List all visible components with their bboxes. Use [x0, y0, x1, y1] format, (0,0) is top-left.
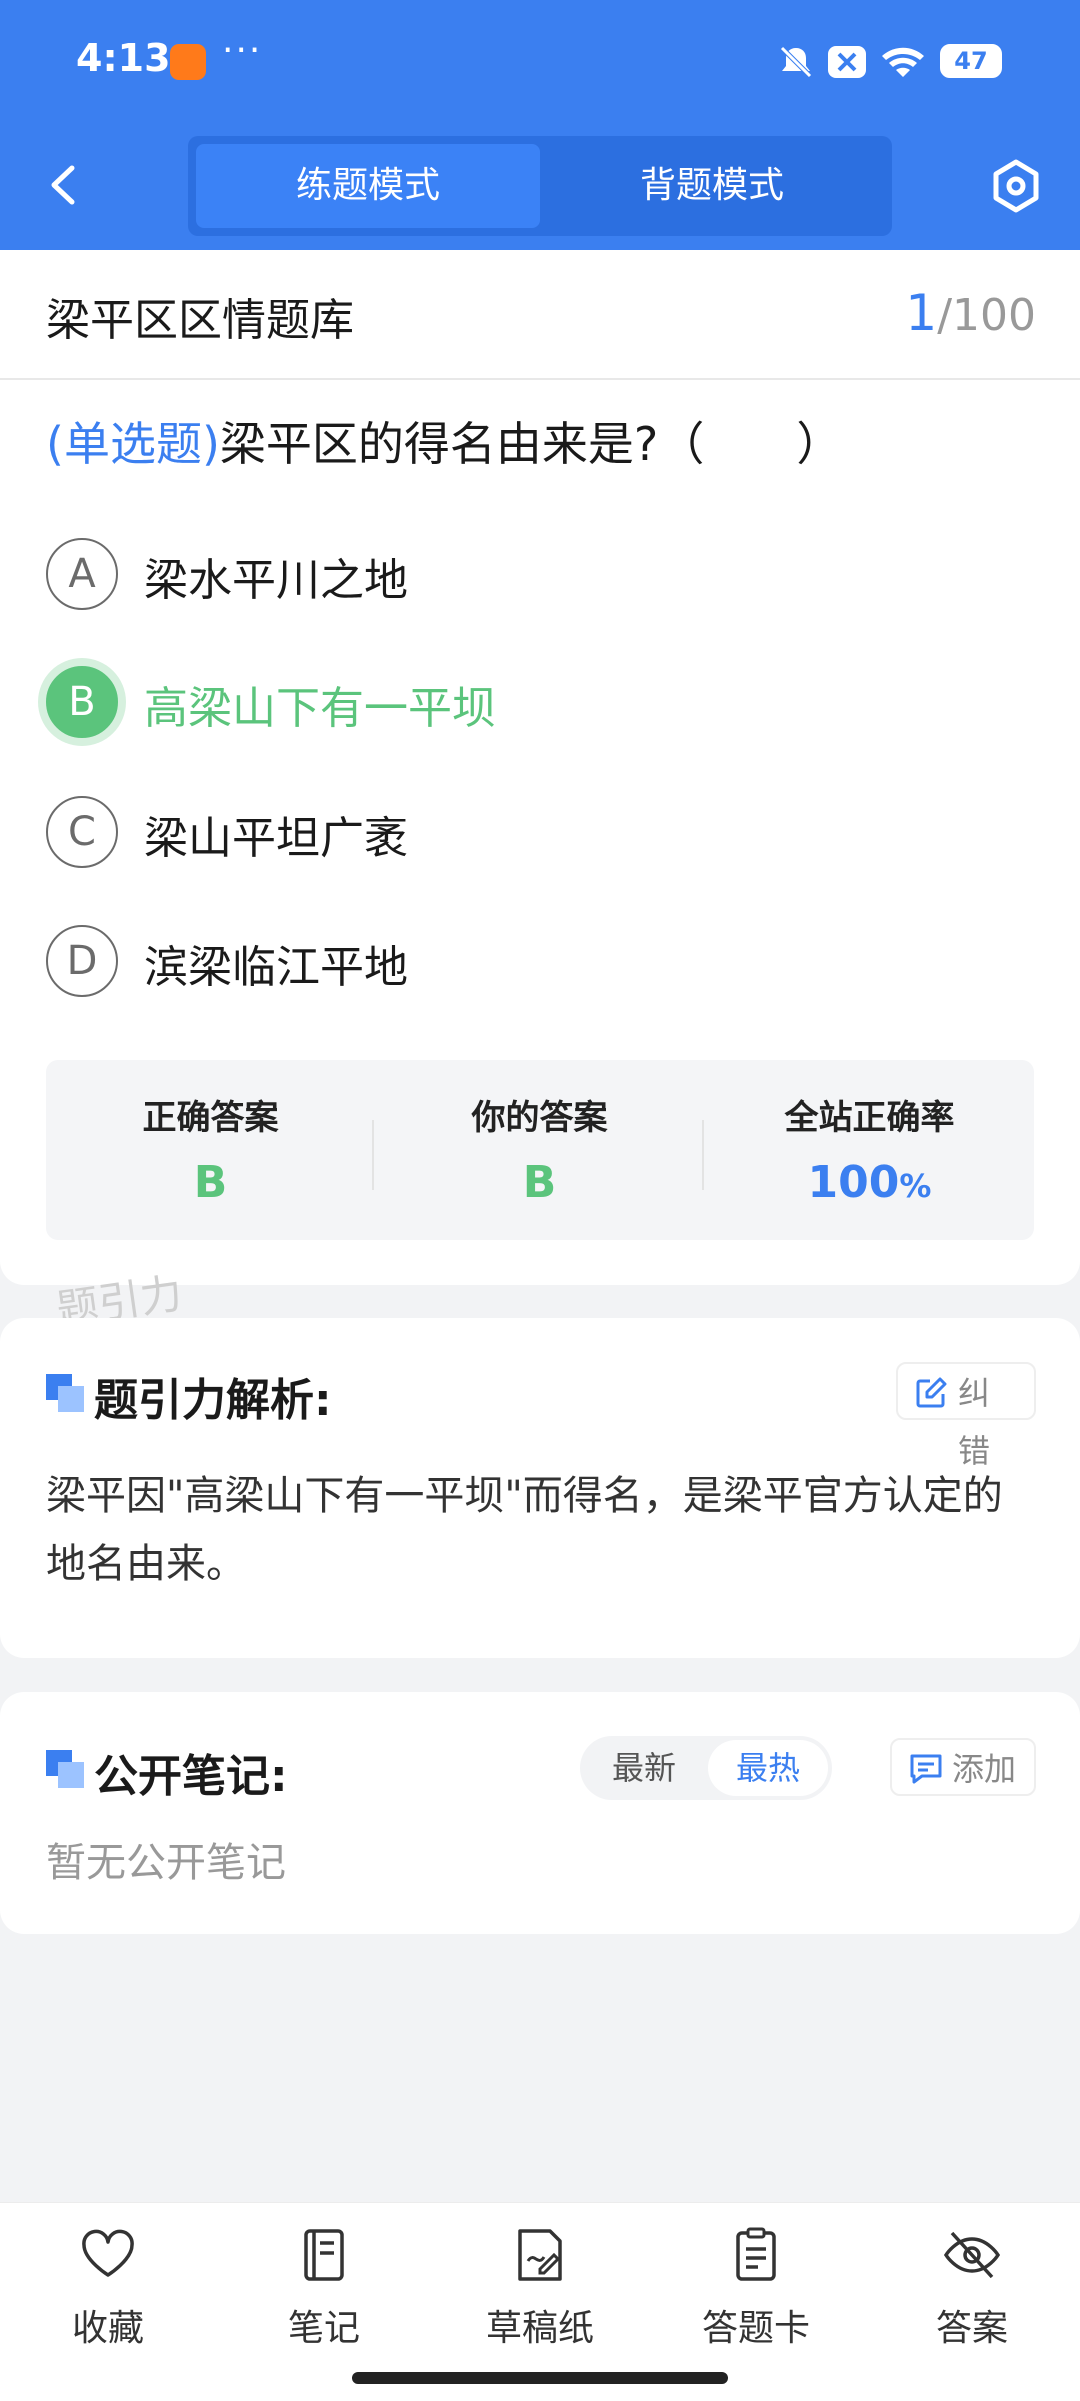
- tab-label: 收藏: [71, 2308, 144, 2349]
- correct-answer-value: B: [193, 1157, 228, 1208]
- more-notifications-icon: ···: [222, 30, 263, 71]
- heart-icon: [82, 2229, 134, 2277]
- comment-icon: [910, 1754, 942, 1784]
- option-letter: D: [46, 925, 118, 997]
- sort-newest[interactable]: 最新: [584, 1740, 704, 1796]
- report-error-button[interactable]: 纠错: [896, 1362, 1036, 1470]
- add-note-label: 添加: [952, 1750, 1017, 1788]
- mode-switcher: 练题模式 背题模式: [188, 136, 892, 236]
- mute-bell-icon: [780, 46, 812, 78]
- accuracy-value: 100%: [705, 1157, 1034, 1208]
- add-note-button[interactable]: 添加: [890, 1738, 1036, 1796]
- section-icon: [46, 1750, 84, 1788]
- settings-icon[interactable]: [988, 158, 1044, 214]
- tab-label: 草稿纸: [485, 2308, 594, 2349]
- option-text: 梁水平川之地: [144, 555, 408, 606]
- tab-favorite[interactable]: 收藏: [28, 2225, 188, 2351]
- back-arrow-icon[interactable]: [40, 160, 90, 210]
- analysis-text: 梁平因"高梁山下有一平坝"而得名，是梁平官方认定的地名由来。: [46, 1473, 1003, 1587]
- status-time: 4:13: [76, 36, 171, 80]
- tab-practice-mode[interactable]: 练题模式: [196, 144, 540, 228]
- current-question-number: 1: [905, 284, 938, 342]
- your-answer-stat: 你的答案 B: [375, 1090, 704, 1208]
- header-bar: 4:13 ··· 47 练题模式 背题模式: [0, 0, 1080, 250]
- question-progress: 1/100: [905, 284, 1036, 342]
- accuracy-number: 100: [807, 1157, 900, 1208]
- bank-title: 梁平区区情题库: [46, 295, 354, 346]
- tab-label: 答题卡: [701, 2308, 810, 2349]
- tab-label: 答案: [935, 2308, 1008, 2349]
- app-notification-icon: [170, 44, 206, 80]
- battery-indicator: 47: [940, 44, 1002, 78]
- eye-off-icon: [943, 2231, 1001, 2279]
- status-bar: 4:13 ··· 47: [0, 0, 1080, 125]
- question-text: 梁平区的得名由来是?（ ）: [219, 417, 843, 471]
- notes-title: 公开笔记:: [94, 1751, 288, 1802]
- accuracy-stat: 全站正确率 100%: [705, 1090, 1034, 1208]
- option-letter: A: [46, 538, 118, 610]
- tab-draft[interactable]: 草稿纸: [460, 2225, 620, 2351]
- correct-answer-label: 正确答案: [142, 1098, 279, 1138]
- answer-sheet-icon: [736, 2227, 776, 2281]
- notes-card: [0, 1692, 1080, 1934]
- home-indicator[interactable]: [352, 2372, 728, 2384]
- option-text: 滨梁临江平地: [144, 942, 408, 993]
- your-answer-value: B: [522, 1157, 557, 1208]
- your-answer-label: 你的答案: [471, 1098, 608, 1138]
- notes-empty-text: 暂无公开笔记: [46, 1840, 286, 1886]
- sort-hottest[interactable]: 最热: [708, 1740, 828, 1796]
- divider: [0, 378, 1080, 380]
- tab-answer[interactable]: 答案: [892, 2225, 1052, 2351]
- close-box-icon: [828, 46, 866, 78]
- accuracy-label: 全站正确率: [784, 1098, 955, 1138]
- analysis-title: 题引力解析:: [94, 1375, 332, 1426]
- tab-answer-sheet[interactable]: 答题卡: [676, 2225, 836, 2351]
- tab-memorize-mode[interactable]: 背题模式: [540, 144, 884, 228]
- draft-icon: [518, 2229, 562, 2281]
- answer-stats-panel: 正确答案 B 你的答案 B 全站正确率 100%: [46, 1060, 1034, 1240]
- divider: [702, 1120, 704, 1190]
- total-questions: /100: [937, 290, 1036, 341]
- accuracy-unit: %: [899, 1167, 932, 1205]
- option-letter: C: [46, 796, 118, 868]
- tab-notes[interactable]: 笔记: [244, 2225, 404, 2351]
- wifi-icon: [882, 47, 924, 77]
- tab-label: 笔记: [287, 2308, 360, 2349]
- question-type: (单选题): [46, 417, 220, 471]
- divider: [372, 1120, 374, 1190]
- notes-sort-toggle: 最新 最热: [580, 1736, 832, 1800]
- question-stem: (单选题)梁平区的得名由来是?（ ）: [46, 408, 842, 474]
- section-icon: [46, 1374, 84, 1412]
- option-text: 梁山平坦广袤: [144, 813, 408, 864]
- edit-icon: [916, 1377, 947, 1408]
- option-text: 高梁山下有一平坝: [144, 683, 496, 734]
- notebook-icon: [304, 2229, 344, 2281]
- option-letter: B: [46, 666, 118, 738]
- correct-answer-stat: 正确答案 B: [46, 1090, 375, 1208]
